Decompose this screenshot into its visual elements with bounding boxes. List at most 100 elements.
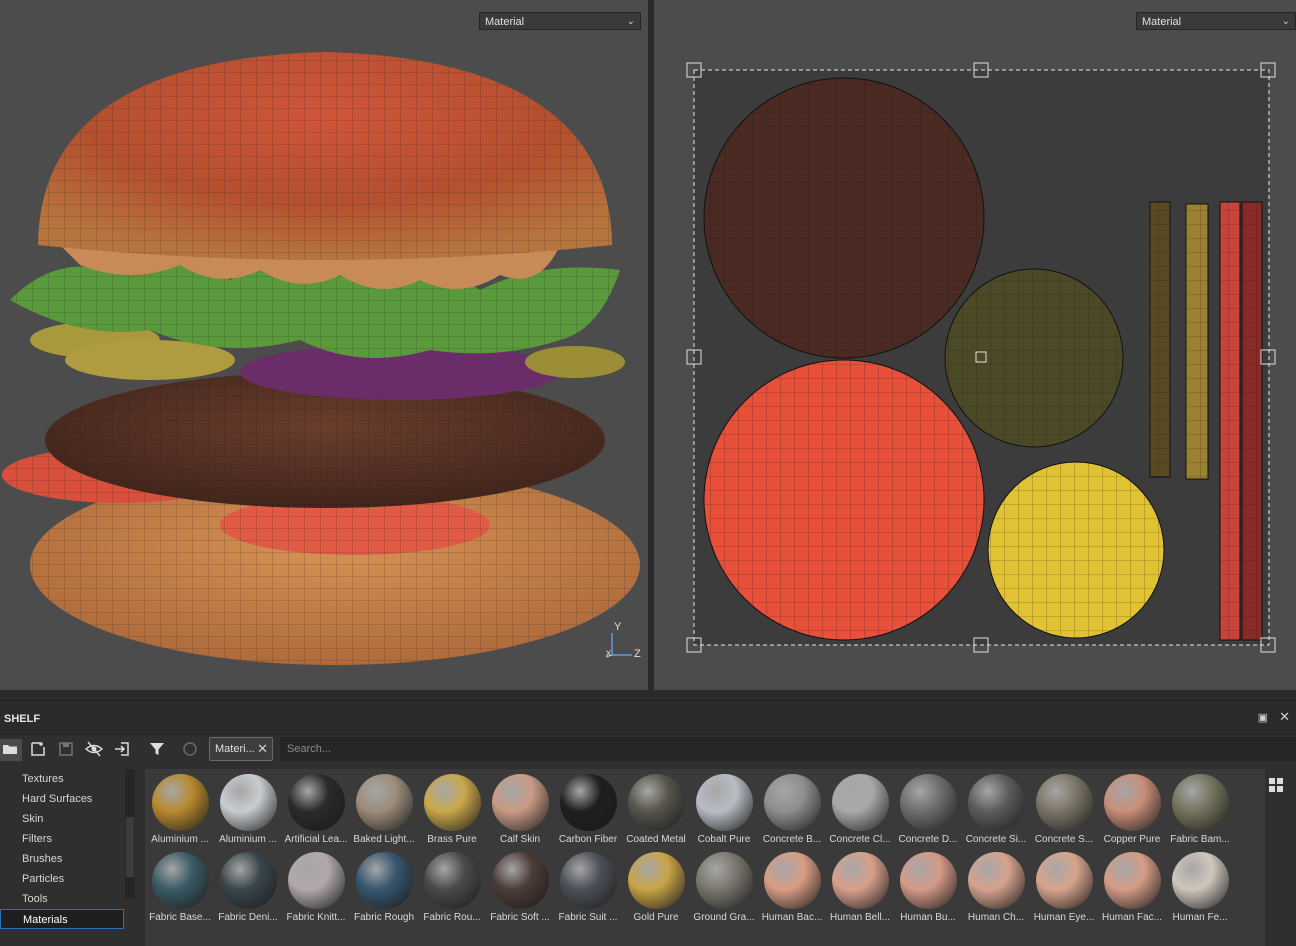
material-tile[interactable]: Human Bac... <box>759 847 825 925</box>
material-label: Concrete S... <box>1034 834 1094 845</box>
search-input[interactable] <box>280 737 1296 761</box>
category-item[interactable]: Hard Surfaces <box>0 789 124 809</box>
material-tile[interactable]: Concrete Cl... <box>827 769 893 847</box>
uv-layout[interactable] <box>654 0 1296 690</box>
filter-icon[interactable] <box>147 739 167 759</box>
viewport-3d[interactable]: Material ⌄ Y x Z <box>0 0 648 690</box>
material-tile[interactable]: Fabric Rou... <box>419 847 485 925</box>
burger-3d-model[interactable] <box>0 0 648 690</box>
folder-icon[interactable] <box>0 739 22 761</box>
material-label: Human Fe... <box>1172 912 1228 923</box>
viewport-mode-dropdown-uv[interactable]: Material ⌄ <box>1136 12 1296 30</box>
material-tile[interactable]: Fabric Bam... <box>1167 769 1233 847</box>
material-label: Gold Pure <box>633 912 679 923</box>
category-item[interactable]: Skin <box>0 809 124 829</box>
material-tile[interactable]: Human Ch... <box>963 847 1029 925</box>
filter-chip[interactable]: Materi... ✕ <box>209 737 273 761</box>
hide-icon[interactable] <box>84 739 104 759</box>
category-item[interactable]: Filters <box>0 829 124 849</box>
material-label: Fabric Deni... <box>218 912 278 923</box>
material-preview-sphere <box>1104 774 1161 831</box>
material-tile[interactable]: Concrete B... <box>759 769 825 847</box>
material-preview-sphere <box>628 774 685 831</box>
material-tile[interactable]: Fabric Knitt... <box>283 847 349 925</box>
close-icon[interactable]: ✕ <box>257 738 268 760</box>
material-label: Aluminium ... <box>219 834 277 845</box>
material-preview-sphere <box>220 852 277 909</box>
material-preview-sphere <box>492 852 549 909</box>
material-label: Fabric Bam... <box>1170 834 1230 845</box>
material-tile[interactable]: Fabric Base... <box>147 847 213 925</box>
material-tile[interactable]: Concrete Si... <box>963 769 1029 847</box>
material-label: Fabric Rough <box>353 912 415 923</box>
category-item[interactable]: Particles <box>0 869 124 889</box>
material-tile[interactable]: Fabric Suit ... <box>555 847 621 925</box>
material-grid: Aluminium ... Aluminium ... Artificial Lea… <box>145 769 1265 946</box>
material-tile[interactable]: Brass Pure <box>419 769 485 847</box>
grid-view-icon[interactable] <box>1268 777 1284 793</box>
material-label: Carbon Fiber <box>558 834 618 845</box>
material-preview-sphere <box>1104 852 1161 909</box>
material-tile[interactable]: Copper Pure <box>1099 769 1165 847</box>
material-tile[interactable]: Fabric Deni... <box>215 847 281 925</box>
category-list: Textures Hard Surfaces Skin Filters Brushes P… <box>0 769 124 946</box>
axis-x-label: x <box>606 648 611 659</box>
viewport-uv[interactable]: Material ⌄ <box>654 0 1296 690</box>
material-tile[interactable]: Human Bell... <box>827 847 893 925</box>
material-tile[interactable]: Cobalt Pure <box>691 769 757 847</box>
material-tile[interactable]: Carbon Fiber <box>555 769 621 847</box>
viewport-mode-dropdown[interactable]: Material ⌄ <box>479 12 641 30</box>
category-item[interactable]: Tools <box>0 889 124 909</box>
material-tile[interactable]: Fabric Rough <box>351 847 417 925</box>
material-tile[interactable]: Artificial Lea... <box>283 769 349 847</box>
material-label: Human Bac... <box>761 912 823 923</box>
material-preview-sphere <box>356 852 413 909</box>
material-label: Human Bu... <box>900 912 956 923</box>
material-label: Fabric Base... <box>149 912 211 923</box>
import-icon[interactable] <box>112 739 132 759</box>
material-tile[interactable]: Calf Skin <box>487 769 553 847</box>
material-tile[interactable]: Gold Pure <box>623 847 689 925</box>
material-tile[interactable]: Human Eye... <box>1031 847 1097 925</box>
material-tile[interactable]: Aluminium ... <box>215 769 281 847</box>
category-scrollbar[interactable] <box>125 769 135 899</box>
material-tile[interactable]: Ground Gra... <box>691 847 757 925</box>
material-preview-sphere <box>356 774 413 831</box>
refresh-icon[interactable] <box>180 739 200 759</box>
material-label: Human Fac... <box>1101 912 1163 923</box>
material-tile[interactable]: Human Bu... <box>895 847 961 925</box>
material-tile[interactable]: Human Fe... <box>1167 847 1233 925</box>
category-item[interactable]: Materials <box>0 909 124 929</box>
material-preview-sphere <box>900 852 957 909</box>
scrollbar-thumb[interactable] <box>126 817 134 877</box>
material-preview-sphere <box>152 852 209 909</box>
material-label: Ground Gra... <box>693 912 755 923</box>
material-preview-sphere <box>220 774 277 831</box>
material-label: Concrete Si... <box>965 834 1027 845</box>
float-panel-icon[interactable]: ▣ <box>1258 711 1268 724</box>
material-preview-sphere <box>628 852 685 909</box>
shelf-panel: SHELF ▣ ✕ Materi... ✕ TexturesHar <box>0 700 1296 946</box>
material-label: Copper Pure <box>1103 834 1161 845</box>
save-icon[interactable] <box>56 739 76 759</box>
material-tile[interactable]: Coated Metal <box>623 769 689 847</box>
material-preview-sphere <box>696 774 753 831</box>
category-item[interactable]: Textures <box>0 769 124 789</box>
close-icon[interactable]: ✕ <box>1279 709 1290 725</box>
material-label: Fabric Suit ... <box>558 912 618 923</box>
material-preview-sphere <box>1036 774 1093 831</box>
material-tile[interactable]: Human Fac... <box>1099 847 1165 925</box>
material-label: Human Bell... <box>829 912 891 923</box>
category-item[interactable]: Brushes <box>0 849 124 869</box>
material-tile[interactable]: Fabric Soft ... <box>487 847 553 925</box>
material-tile[interactable]: Baked Light... <box>351 769 417 847</box>
material-tile[interactable]: Aluminium ... <box>147 769 213 847</box>
material-label: Fabric Rou... <box>423 912 481 923</box>
axis-y-label: Y <box>614 621 622 633</box>
new-file-icon[interactable] <box>28 739 48 759</box>
material-tile[interactable]: Concrete S... <box>1031 769 1097 847</box>
material-preview-sphere <box>764 852 821 909</box>
material-label: Cobalt Pure <box>697 834 751 845</box>
chevron-down-icon: ⌄ <box>626 16 635 27</box>
material-tile[interactable]: Concrete D... <box>895 769 961 847</box>
